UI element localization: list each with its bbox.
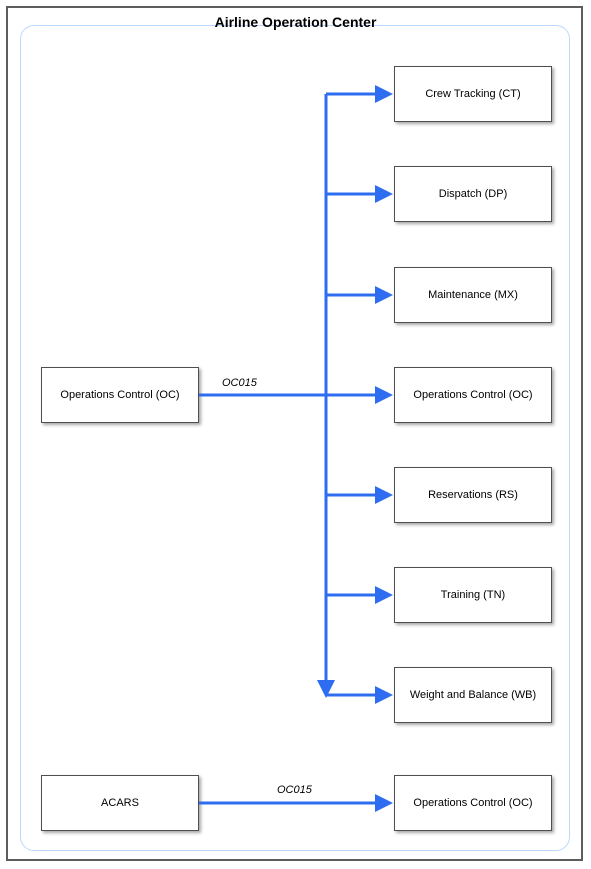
edge-label-oc015-top: OC015 [222,377,257,389]
node-operations-control-target: Operations Control (OC) [394,367,552,423]
node-label: Training (TN) [441,589,505,601]
node-label: Crew Tracking (CT) [425,88,520,100]
diagram-inner-frame [20,25,570,851]
node-label: Dispatch (DP) [439,188,507,200]
node-reservations: Reservations (RS) [394,467,552,523]
node-operations-control-bottom: Operations Control (OC) [394,775,552,831]
node-label: Operations Control (OC) [60,389,179,401]
node-weight-and-balance: Weight and Balance (WB) [394,667,552,723]
node-label: Maintenance (MX) [428,289,518,301]
node-maintenance: Maintenance (MX) [394,267,552,323]
node-label: Operations Control (OC) [413,389,532,401]
node-crew-tracking: Crew Tracking (CT) [394,66,552,122]
node-label: Reservations (RS) [428,489,518,501]
node-training: Training (TN) [394,567,552,623]
node-label: Weight and Balance (WB) [410,689,536,701]
diagram-title: Airline Operation Center [0,14,591,30]
node-acars: ACARS [41,775,199,831]
edge-label-oc015-bottom: OC015 [277,784,312,796]
node-operations-control-source: Operations Control (OC) [41,367,199,423]
node-label: Operations Control (OC) [413,797,532,809]
node-label: ACARS [101,797,139,809]
node-dispatch: Dispatch (DP) [394,166,552,222]
